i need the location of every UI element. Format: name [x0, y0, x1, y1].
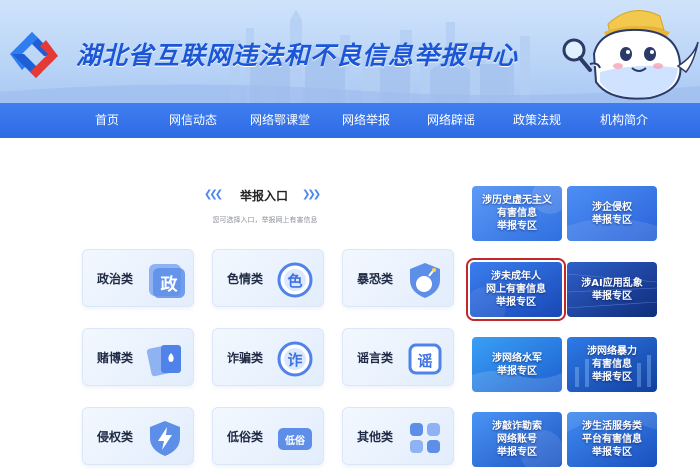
category-card-politics[interactable]: 政治类 政 [82, 249, 194, 307]
category-label: 赌博类 [97, 351, 134, 365]
zone-enterprise-infringement[interactable]: 涉企侵权 举报专区 [567, 186, 657, 241]
category-label: 其他类 [357, 430, 394, 444]
playing-cards-icon [146, 345, 181, 377]
category-label: 暴恐类 [357, 272, 394, 286]
nav-item-home[interactable]: 首页 [95, 103, 119, 138]
zone-label: 涉未成年人 网上有害信息 举报专区 [486, 271, 546, 308]
disu-icon: 低俗 [278, 428, 312, 450]
category-card-infringement[interactable]: 侵权类 [82, 407, 194, 465]
category-card-other[interactable]: 其他类 [342, 407, 454, 465]
zone-label: 涉网络水军 举报专区 [492, 352, 542, 377]
site-logo [10, 32, 58, 78]
zone-label: 涉AI应用乱象 举报专区 [581, 277, 643, 302]
zone-ai-misuse[interactable]: 涉AI应用乱象 举报专区 [567, 262, 657, 317]
chevrons-left-icon: ❮❮❮ [204, 189, 223, 200]
site-header: 湖北省互联网违法和不良信息举报中心 [0, 0, 700, 103]
category-card-porn[interactable]: 色情类 色 [212, 249, 324, 307]
zone-label: 涉网络暴力 有害信息 举报专区 [587, 346, 637, 383]
zone-historical-nihilism[interactable]: 涉历史虚无主义 有害信息 举报专区 [472, 186, 562, 241]
yao-icon: 谣 [408, 343, 442, 375]
nav-item-rumor[interactable]: 网络辟谣 [427, 103, 475, 138]
category-label: 政治类 [97, 272, 134, 286]
zone-cyber-violence[interactable]: 涉网络暴力 有害信息 举报专区 [567, 337, 657, 392]
nav-item-classroom[interactable]: 网络鄂课堂 [250, 103, 310, 138]
svg-text:低俗: 低俗 [284, 434, 306, 447]
category-card-fraud[interactable]: 诈骗类 诈 [212, 328, 324, 386]
category-card-terror[interactable]: 暴恐类 [342, 249, 454, 307]
site-title: 湖北省互联网违法和不良信息举报中心 [76, 41, 519, 70]
svg-text:谣: 谣 [417, 352, 432, 370]
svg-text:政: 政 [161, 274, 179, 295]
nav-item-report[interactable]: 网络举报 [342, 103, 390, 138]
zone-label: 涉敲诈勒索 网络账号 举报专区 [492, 421, 542, 458]
svg-text:诈: 诈 [287, 351, 302, 369]
category-label: 诈骗类 [227, 351, 264, 365]
svg-text:色: 色 [287, 272, 302, 290]
zone-minors[interactable]: 涉未成年人 网上有害信息 举报专区 [466, 258, 566, 321]
zone-label: 涉历史虚无主义 有害信息 举报专区 [482, 195, 552, 232]
se-icon: 色 [277, 262, 313, 298]
report-entry-title: 举报入口 [239, 189, 288, 203]
zheng-icon: 政 [149, 264, 185, 298]
category-label: 色情类 [227, 272, 264, 286]
nav-item-about[interactable]: 机构简介 [600, 103, 648, 138]
nav-item-news[interactable]: 网信动态 [169, 103, 217, 138]
zone-label: 涉生活服务类 平台有害信息 举报专区 [582, 421, 642, 458]
category-card-vulgar[interactable]: 低俗类 低俗 [212, 407, 324, 465]
nav-item-policy[interactable]: 政策法规 [513, 103, 561, 138]
zha-icon: 诈 [277, 341, 313, 377]
zone-extortion-accounts[interactable]: 涉敲诈勒索 网络账号 举报专区 [472, 412, 562, 467]
category-card-gambling[interactable]: 赌博类 [82, 328, 194, 386]
chevrons-right-icon: ❯❯❯ [302, 189, 321, 200]
category-label: 侵权类 [97, 430, 134, 444]
category-label: 谣言类 [357, 351, 394, 365]
whale-detective-mascot [562, 10, 699, 100]
lightning-shield-icon [150, 421, 180, 456]
report-entry-subtitle: 您可选择入口，举报网上有害信息 [212, 216, 318, 224]
main-nav: 首页 网信动态 网络鄂课堂 网络举报 网络辟谣 政策法规 机构简介 [0, 103, 700, 138]
category-label: 低俗类 [227, 430, 264, 444]
shield-bomb-icon [410, 263, 440, 298]
grid-icon [410, 423, 440, 453]
zone-life-services[interactable]: 涉生活服务类 平台有害信息 举报专区 [567, 412, 657, 467]
category-card-rumor[interactable]: 谣言类 谣 [342, 328, 454, 386]
zone-label: 涉企侵权 举报专区 [592, 201, 632, 226]
zone-online-water-army[interactable]: 涉网络水军 举报专区 [472, 337, 562, 392]
report-entry-heading: ❮❮❮ 举报入口 ❯❯❯ [190, 183, 335, 211]
